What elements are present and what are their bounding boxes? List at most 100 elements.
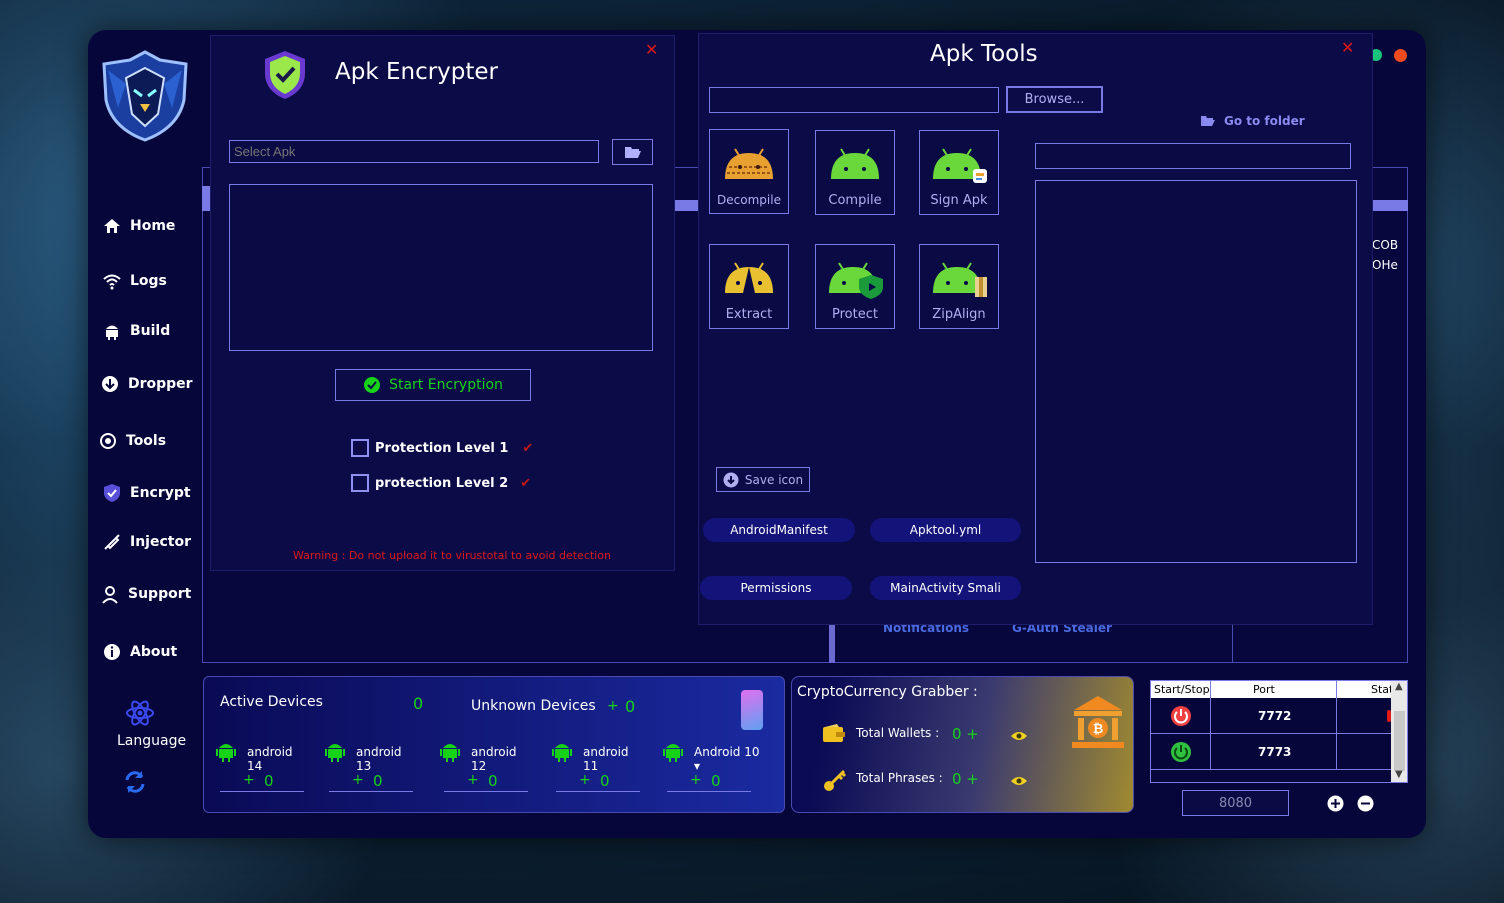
- protection-level-1-checkbox[interactable]: Protection Level 1 ✔: [351, 439, 533, 457]
- tile-label: Protect: [832, 307, 878, 322]
- tile-label: Decompile: [717, 193, 781, 207]
- android-icon: [663, 744, 683, 762]
- column-header: Stat: [1371, 683, 1394, 696]
- plus-sign: +: [579, 772, 591, 788]
- compile-tile[interactable]: Compile: [815, 130, 895, 215]
- underline: [667, 791, 751, 792]
- encrypter-log-area[interactable]: [229, 184, 653, 351]
- extract-tile[interactable]: Extract: [709, 244, 789, 329]
- permissions-button[interactable]: Permissions: [700, 576, 852, 600]
- scroll-thumb[interactable]: [1394, 711, 1405, 771]
- home-icon: [102, 216, 122, 236]
- sidebar-item-label: Logs: [130, 273, 167, 289]
- encrypter-title: Apk Encrypter: [335, 59, 499, 85]
- syringe-icon: [102, 532, 122, 552]
- power-start-icon[interactable]: [1170, 741, 1192, 763]
- language-label[interactable]: Language: [117, 733, 186, 749]
- go-to-folder-link[interactable]: Go to folder: [1200, 114, 1305, 128]
- port-value: 7772: [1258, 709, 1292, 723]
- partial-label: OHe: [1372, 258, 1398, 272]
- sidebar-item-support[interactable]: Support: [100, 584, 191, 604]
- underline: [444, 791, 528, 792]
- apk-path-input[interactable]: [709, 87, 999, 113]
- download-icon: [100, 374, 120, 394]
- sidebar-item-build[interactable]: Build: [102, 321, 170, 341]
- select-apk-input[interactable]: [229, 140, 599, 163]
- power-stop-icon[interactable]: [1170, 705, 1192, 727]
- android-version-item: android 11 + 0: [552, 740, 642, 792]
- eye-icon[interactable]: [1010, 772, 1028, 785]
- android-icon: [216, 744, 236, 762]
- android-version-label: android 12: [471, 745, 517, 773]
- table-row[interactable]: 7772: [1151, 698, 1391, 734]
- android-version-label: android 14: [247, 745, 293, 773]
- protection-level-1-label: Protection Level 1: [375, 440, 509, 456]
- decompile-tile[interactable]: Decompile: [709, 129, 789, 214]
- browse-button[interactable]: Browse...: [1006, 86, 1103, 113]
- save-icon-button[interactable]: Save icon: [716, 467, 810, 492]
- table-row[interactable]: 7773: [1151, 734, 1391, 770]
- checkbox-box[interactable]: [351, 474, 369, 492]
- atom-icon[interactable]: [124, 697, 156, 729]
- apktool-yml-button[interactable]: Apktool.yml: [870, 518, 1021, 542]
- scroll-up-arrow[interactable]: ▲: [1395, 681, 1403, 692]
- checkbox-box[interactable]: [351, 439, 369, 457]
- sidebar-item-tools[interactable]: Tools: [98, 431, 166, 451]
- shield-check-icon: [263, 49, 307, 101]
- close-icon[interactable]: ✕: [645, 40, 658, 59]
- eye-icon[interactable]: [1010, 727, 1028, 740]
- android-icon: [552, 744, 572, 762]
- plus-sign: +: [352, 772, 364, 788]
- add-port-icon[interactable]: [1327, 795, 1344, 812]
- remove-port-icon[interactable]: [1357, 795, 1374, 812]
- refresh-icon[interactable]: [122, 769, 148, 795]
- android-version-dropdown[interactable]: Android 10 ▾ + 0: [663, 740, 765, 792]
- folder-path-input[interactable]: [1035, 143, 1351, 169]
- protection-level-2-label: protection Level 2: [375, 475, 509, 491]
- total-wallets-label: Total Wallets :: [856, 726, 940, 740]
- close-dot[interactable]: [1394, 49, 1407, 62]
- sidebar-item-label: Build: [130, 323, 171, 339]
- scroll-down-arrow[interactable]: ▼: [1395, 769, 1403, 780]
- port-input[interactable]: [1182, 790, 1289, 816]
- warning-text: Warning : Do not upload it to virustotal…: [293, 549, 611, 562]
- total-phrases-label: Total Phrases :: [856, 771, 943, 785]
- android-version-item: android 13 + 0: [325, 740, 415, 792]
- active-devices-label: Active Devices: [220, 694, 323, 710]
- vertical-scrollbar[interactable]: ▲ ▼: [1391, 681, 1407, 782]
- tools-title: Apk Tools: [930, 41, 1038, 67]
- unknown-devices-label: Unknown Devices: [471, 698, 596, 714]
- folder-open-icon: [624, 147, 641, 158]
- active-devices-count: 0: [413, 694, 424, 713]
- main-activity-smali-button[interactable]: MainActivity Smali: [870, 576, 1021, 600]
- android-icon: [325, 744, 345, 762]
- tile-label: Sign Apk: [930, 193, 988, 208]
- bank-bitcoin-icon: ₿: [1070, 694, 1126, 750]
- sidebar-item-logs[interactable]: Logs: [102, 271, 167, 291]
- sidebar-item-dropper[interactable]: Dropper: [100, 374, 193, 394]
- sidebar-item-encrypt[interactable]: Encrypt: [102, 483, 191, 503]
- folder-open-button[interactable]: [612, 139, 653, 165]
- download-icon: [723, 472, 739, 487]
- underline: [329, 791, 413, 792]
- column-header: Port: [1253, 683, 1275, 696]
- protection-level-2-checkbox[interactable]: protection Level 2 ✔: [351, 474, 531, 492]
- start-encryption-button[interactable]: Start Encryption: [335, 369, 531, 401]
- sidebar-item-about[interactable]: About: [102, 642, 177, 662]
- check-mark-icon: ✔: [520, 475, 532, 491]
- android-manifest-button[interactable]: AndroidManifest: [703, 518, 855, 542]
- sidebar-item-label: Support: [128, 586, 192, 602]
- android-version-item: android 14 + 0: [216, 740, 306, 792]
- tools-output-area[interactable]: [1035, 180, 1357, 563]
- wallet-icon: [823, 724, 845, 742]
- sign-apk-tile[interactable]: Sign Apk: [919, 130, 999, 215]
- close-icon[interactable]: ✕: [1341, 38, 1354, 57]
- divider: [1232, 625, 1233, 663]
- sidebar-item-home[interactable]: Home: [102, 216, 175, 236]
- folder-open-icon: [1201, 116, 1215, 126]
- tile-label: Compile: [828, 193, 882, 208]
- protect-tile[interactable]: Protect: [815, 244, 895, 329]
- sidebar-item-injector[interactable]: Injector: [102, 532, 191, 552]
- zipalign-tile[interactable]: ZipAlign: [919, 244, 999, 329]
- logo: [98, 50, 192, 142]
